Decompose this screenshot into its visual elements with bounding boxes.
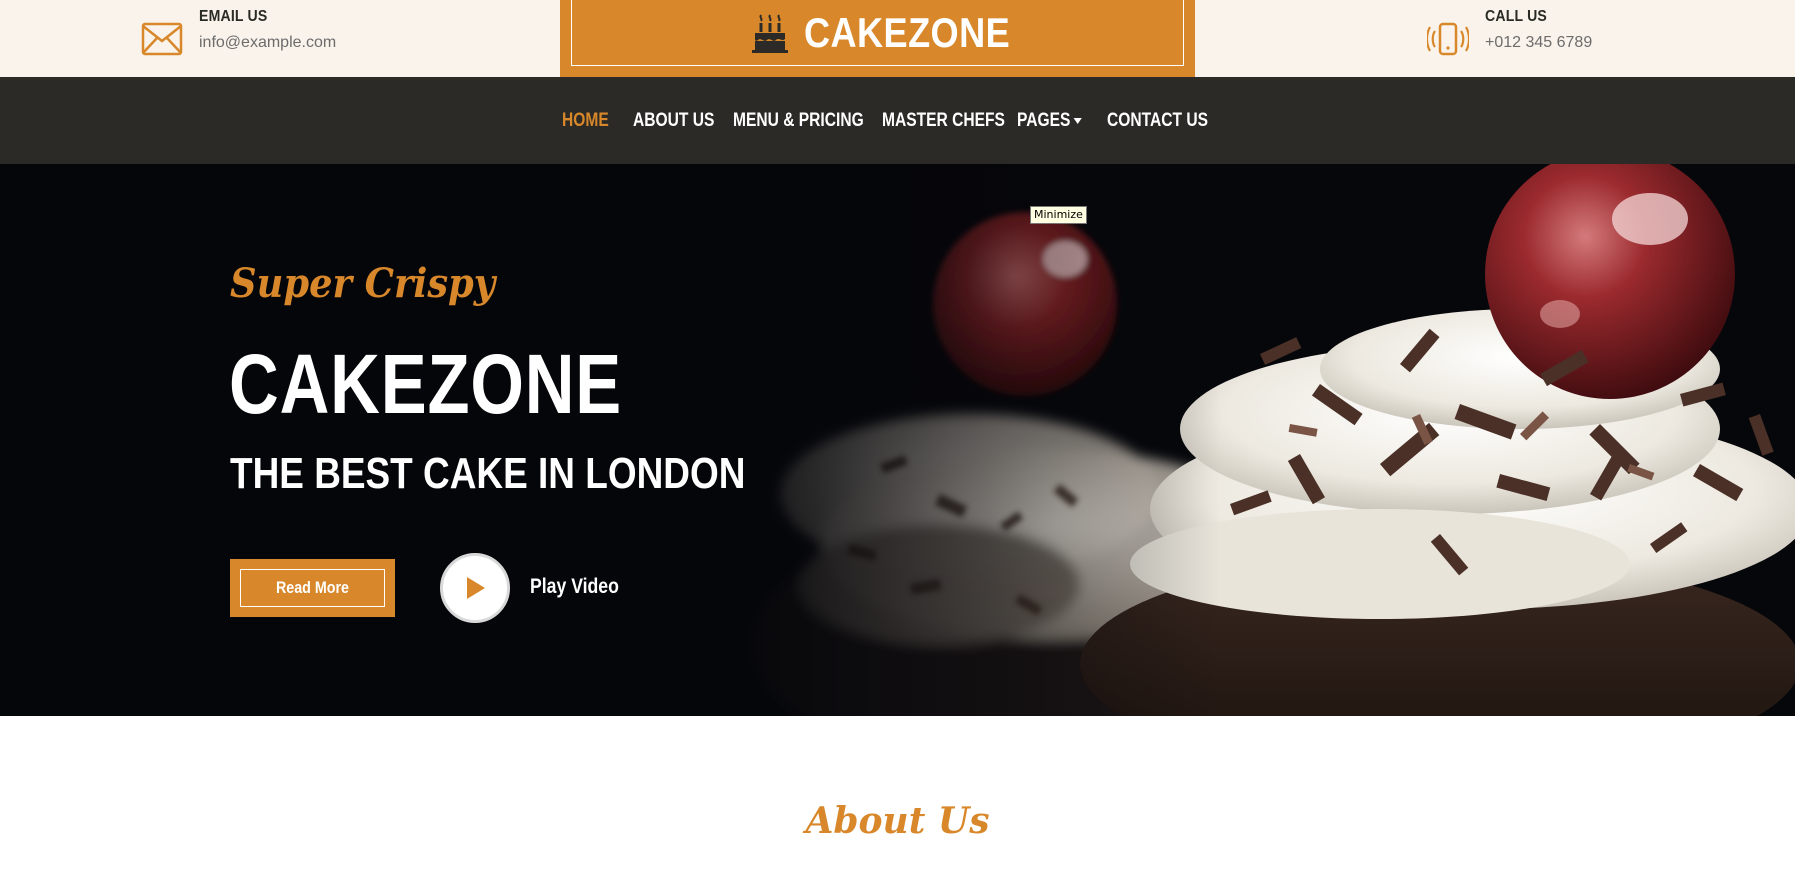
nav-contact-us[interactable]: CONTACT US [1107,77,1208,164]
phone-value[interactable]: +012 345 6789 [1485,33,1592,53]
about-heading: About Us [805,800,990,842]
email-value[interactable]: info@example.com [199,33,336,53]
top-bar: EMAIL US info@example.com CAKEZONE CALL … [0,0,1795,77]
nav-pages-dropdown[interactable]: PAGES [1017,77,1091,164]
hero-subtitle: THE BEST CAKE IN LONDON [230,449,746,498]
read-more-button[interactable]: Read More [230,559,395,617]
hero-tagline: Super Crispy [230,260,496,307]
about-section: About Us [0,716,1795,870]
nav-menu-pricing[interactable]: MENU & PRICING [733,77,864,164]
read-more-label: Read More [275,578,349,597]
nav-pages-label: PAGES [1017,110,1071,131]
play-video-button[interactable] [440,553,510,623]
brand-logo[interactable]: CAKEZONE [560,0,1195,77]
main-nav: HOME ABOUT US MENU & PRICING MASTER CHEF… [0,77,1795,164]
play-icon [467,577,485,599]
nav-master-chefs[interactable]: MASTER CHEFS [882,77,1005,164]
nav-home[interactable]: HOME [562,77,620,164]
email-label: EMAIL US [199,8,268,25]
play-video-label[interactable]: Play Video [530,575,619,599]
hero-title: CAKEZONE [229,337,623,431]
phone-icon [1427,0,1469,77]
birthday-cake-icon [751,13,788,53]
minimize-tooltip: Minimize [1030,206,1087,224]
hero-carousel: Super Crispy CAKEZONE THE BEST CAKE IN L… [0,164,1795,716]
phone-label: CALL US [1485,8,1547,25]
envelope-icon [141,0,183,77]
brand-name: CAKEZONE [803,8,1010,56]
phone-contact: CALL US +012 345 6789 [1427,0,1592,77]
chevron-down-icon [1073,117,1082,124]
nav-about-us[interactable]: ABOUT US [633,77,715,164]
email-contact: EMAIL US info@example.com [141,0,336,77]
